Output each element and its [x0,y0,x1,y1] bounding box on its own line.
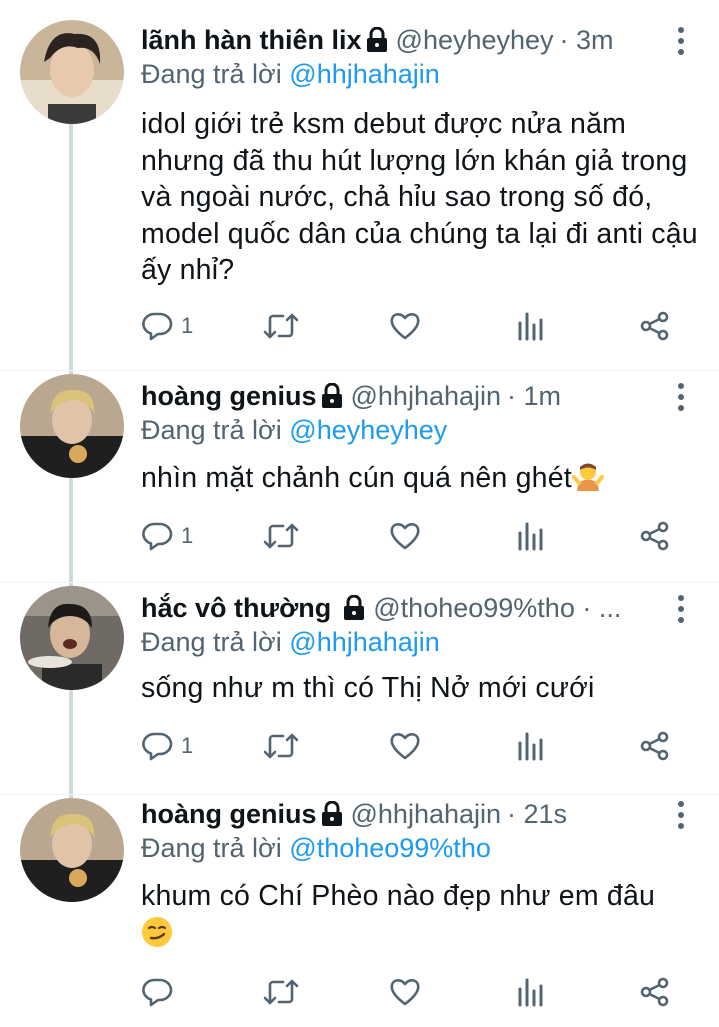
heart-icon [390,733,420,760]
tweet-header: hoàng genius @hhjhahajin · 21s [141,794,675,834]
retweet-button[interactable] [263,306,299,346]
avatar[interactable] [20,20,124,124]
analytics-button[interactable] [517,306,545,346]
lock-icon [321,383,342,408]
reply-icon [142,732,173,761]
action-bar: 1 [141,726,681,766]
replying-to: Đang trả lời @thoheo99%tho [141,833,491,864]
action-bar: 1 [141,516,681,556]
tweet-text: khum có Chí Phèo nào đẹp như em đâu [141,880,656,912]
user-handle[interactable]: @thoheo99%tho · ... [373,593,621,624]
analytics-icon [518,978,543,1007]
action-bar: 1 [141,306,681,346]
reply-button[interactable]: 1 [141,306,193,346]
display-name[interactable]: hoàng genius [141,381,317,412]
reply-mention[interactable]: @hhjhahajin [289,59,440,89]
reply-mention[interactable]: @thoheo99%tho [289,833,491,863]
analytics-icon [518,732,543,761]
reply-count: 1 [181,313,194,338]
share-button[interactable] [639,726,671,766]
tweet-header: hoàng genius @hhjhahajin · 1m [141,376,675,416]
analytics-icon [518,522,543,551]
person-shrugging-icon [571,463,604,491]
tweet[interactable]: hoàng genius @hhjhahajin · 1m Đang trả l… [0,370,719,582]
analytics-button[interactable] [517,726,545,766]
timestamp: · 1m [507,380,562,411]
more-vertical-icon[interactable] [676,801,686,831]
heart-icon [390,523,420,550]
reply-count: 1 [181,523,194,548]
tweet-text: sống như m thì có Thị Nở mới cưới [141,672,595,704]
replying-to: Đang trả lời @hhjhahajin [141,627,440,658]
reply-count: 1 [181,733,194,758]
action-bar [141,972,681,1012]
retweet-button[interactable] [263,726,299,766]
user-handle[interactable]: @hhjhahajin [351,381,502,412]
more-vertical-icon[interactable] [676,383,686,413]
share-icon [640,731,669,761]
reply-icon [142,312,173,341]
reply-prefix: Đang trả lời [141,59,282,89]
tweet[interactable]: hắc vô thường @thoheo99%tho · ... Đang t… [0,582,719,794]
tweet[interactable]: hoàng genius @hhjhahajin · 21s Đang trả … [0,794,719,1027]
tweet-header: hắc vô thường @thoheo99%tho · ... [141,588,675,628]
share-button[interactable] [639,306,671,346]
reply-button[interactable]: 1 [141,726,193,766]
avatar[interactable] [20,374,124,478]
reply-prefix: Đang trả lời [141,833,282,863]
reply-prefix: Đang trả lời [141,415,282,445]
lock-icon [366,27,387,52]
tweet-text: idol giới trẻ ksm debut được nửa năm như… [141,108,698,286]
like-button[interactable] [389,726,421,766]
analytics-button[interactable] [517,516,545,556]
reply-button[interactable] [141,972,173,1012]
reply-icon [142,978,173,1007]
more-vertical-icon[interactable] [676,595,686,625]
timestamp: · 3m [559,24,614,55]
avatar[interactable] [20,798,124,902]
display-name[interactable]: hoàng genius [141,799,317,830]
share-button[interactable] [639,516,671,556]
avatar[interactable] [20,586,124,690]
retweet-button[interactable] [263,972,299,1012]
analytics-button[interactable] [517,972,545,1012]
share-button[interactable] [639,972,671,1012]
tweet[interactable]: lãnh hàn thiên lix @heyheyhey · 3m Đang … [0,0,719,370]
analytics-icon [518,312,543,341]
tweet-text-block: nhìn mặt chảnh cún quá nên ghét [141,460,701,497]
display-name[interactable]: hắc vô thường [141,593,331,624]
replying-to: Đang trả lời @heyheyhey [141,415,447,446]
retweet-icon [263,979,299,1005]
display-name[interactable]: lãnh hàn thiên lix [141,25,362,56]
reply-icon [142,522,173,551]
retweet-icon [263,313,299,339]
tweet-text-block: khum có Chí Phèo nào đẹp như em đâu [141,878,701,951]
lock-icon [321,801,342,826]
user-handle[interactable]: @hhjhahajin [351,799,502,830]
reply-button[interactable]: 1 [141,516,193,556]
smirking-face-icon [142,916,172,947]
like-button[interactable] [389,972,421,1012]
user-handle[interactable]: @heyheyhey [396,25,554,56]
heart-icon [390,979,420,1006]
replying-to: Đang trả lời @hhjhahajin [141,59,440,90]
share-icon [640,521,669,551]
tweet-header: lãnh hàn thiên lix @heyheyhey · 3m [141,20,675,60]
tweet-text: nhìn mặt chảnh cún quá nên ghét [141,462,572,494]
share-icon [640,977,669,1007]
like-button[interactable] [389,306,421,346]
like-button[interactable] [389,516,421,556]
heart-icon [390,313,420,340]
share-icon [640,311,669,341]
more-vertical-icon[interactable] [676,27,686,57]
reply-prefix: Đang trả lời [141,627,282,657]
retweet-icon [263,523,299,549]
retweet-button[interactable] [263,516,299,556]
lock-icon [344,595,365,620]
timestamp: · 21s [507,798,568,829]
reply-mention[interactable]: @heyheyhey [289,415,447,445]
reply-mention[interactable]: @hhjhahajin [289,627,440,657]
retweet-icon [263,733,299,759]
